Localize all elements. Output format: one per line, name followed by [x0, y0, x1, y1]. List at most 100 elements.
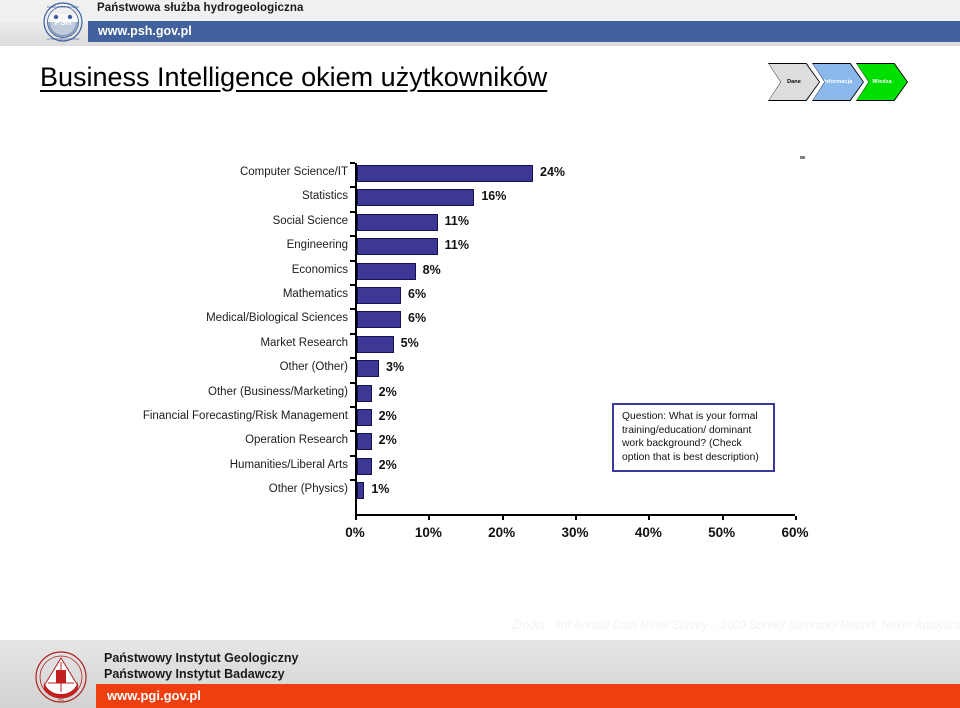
svg-text:HYDROGEOLOGICZNA: HYDROGEOLOGICZNA [47, 37, 80, 41]
bar-rect [357, 384, 372, 402]
x-axis-tick-label: 0% [345, 525, 365, 540]
x-axis-tick-label: 20% [488, 525, 516, 540]
bar-value-label: 3% [386, 360, 405, 375]
bar-row: Medical/Biological Sciences 6% [206, 308, 795, 333]
question-callout-box: Question: What is your formal training/e… [612, 403, 775, 473]
bar-row: Mathematics 6% [283, 284, 795, 309]
header-url-text[interactable]: www.psh.gov.pl [98, 24, 192, 38]
x-axis-tick-mark [795, 516, 797, 520]
x-axis-tick-mark [648, 516, 651, 520]
bar-value-label: 11% [444, 213, 469, 228]
bar-value-label: 16% [481, 189, 507, 204]
y-axis-tick [350, 162, 355, 164]
bar-value-label: 2% [378, 433, 397, 448]
bar-rect [357, 287, 401, 304]
y-axis-tick [350, 332, 355, 335]
bar-category-label: Medical/Biological Sciences [206, 312, 348, 325]
slide-canvas: PSH PAŃSTWOWA SŁUŻBA HYDROGEOLOGICZNA Pa… [0, 0, 960, 708]
bar-category-label: Social Science [272, 214, 348, 227]
bar-value-label: 2% [378, 384, 397, 399]
psh-logo-icon: PSH PAŃSTWOWA SŁUŻBA HYDROGEOLOGICZNA [43, 2, 83, 42]
bar-category-label: Other (Other) [279, 361, 348, 374]
x-axis-tick-label: 30% [561, 525, 589, 540]
y-axis-tick [350, 235, 355, 238]
chevron-dane: Dane [769, 64, 819, 100]
bar-rect [357, 213, 438, 231]
bar-rect [357, 262, 416, 280]
y-axis-tick [350, 284, 355, 286]
bar-rect [357, 311, 401, 329]
y-axis-tick [350, 308, 355, 311]
footer-org-line-2: Państwowy Instytut Badawczy [104, 666, 285, 681]
source-citation: Źródło : 3rd Annual Data Miner Survey – … [512, 620, 960, 632]
bar-category-label: Economics [291, 263, 348, 276]
x-axis-tick-label: 60% [781, 525, 809, 540]
bar-rect [357, 457, 372, 475]
y-axis-tick [350, 259, 355, 262]
pgi-logo-icon: PIG [35, 651, 87, 703]
bar-category-label: Other (Business/Marketing) [208, 385, 348, 398]
bar-rect [357, 433, 372, 451]
bar-value-label: 2% [378, 409, 397, 423]
survey-bar-chart: Computer Science/IT 24% Statistics 16% Socia… [130, 158, 810, 548]
svg-text:PAŃSTWOWA SŁUŻBA: PAŃSTWOWA SŁUŻBA [47, 4, 79, 9]
y-axis-tick [350, 430, 355, 433]
bar-value-label: 2% [378, 457, 397, 472]
y-axis-tick [350, 357, 355, 360]
chevron-process-diagram: Dane Informacja Wiedza [768, 63, 908, 101]
bar-value-label: 6% [408, 311, 427, 326]
footer-org-line-1: Państwowy Instytut Geologiczny [104, 651, 299, 665]
footer-url-bar: www.pgi.gov.pl [96, 684, 960, 708]
bar-row: Computer Science/IT 24% [240, 162, 795, 187]
bar-rect [357, 409, 372, 426]
bar-category-label: Statistics [301, 190, 348, 203]
bar-category-label: Other (Physics) [268, 483, 348, 496]
bar-category-label: Operation Research [245, 434, 348, 447]
bar-value-label: 11% [444, 238, 469, 253]
bar-row: Other (Other) 3% [280, 357, 795, 382]
bar-category-label: Market Research [260, 336, 348, 349]
bar-row: Market Research 5% [260, 332, 795, 358]
bar-category-label: Computer Science/IT [239, 166, 348, 178]
bar-row: Economics 8% [292, 259, 795, 285]
footer-url-text[interactable]: www.pgi.gov.pl [107, 688, 201, 703]
svg-text:PIG: PIG [58, 698, 64, 702]
svg-text:PSH: PSH [55, 18, 72, 27]
bar-rect [357, 335, 394, 353]
bar-value-label: 24% [540, 165, 566, 179]
x-axis-tick-label: 10% [414, 525, 442, 540]
bar-rect [357, 189, 475, 207]
bar-rect [357, 482, 365, 500]
bar-rect [357, 238, 438, 256]
x-axis-tick-label: 50% [708, 525, 736, 540]
footer-organization-name: Państwowy Instytut Geologiczny Państwowy… [104, 651, 298, 683]
bar-row: Engineering 11% [287, 235, 795, 260]
x-axis-tick-mark [575, 516, 577, 520]
y-axis-tick [350, 210, 355, 213]
slide-header: PSH PAŃSTWOWA SŁUŻBA HYDROGEOLOGICZNA Pa… [0, 0, 960, 46]
y-axis-tick [350, 479, 355, 482]
bar-rect [357, 360, 379, 378]
bar-row: Social Science 11% [273, 210, 795, 236]
bar-category-label: Humanities/Liberal Arts [229, 458, 348, 471]
x-axis-tick-mark [721, 516, 724, 520]
bar-row: Statistics 16% [302, 186, 795, 211]
header-organization-name: Państwowa służba hydrogeologiczna [97, 2, 304, 14]
x-axis-tick-mark [428, 516, 431, 520]
bar-value-label: 5% [400, 335, 419, 350]
bar-value-label: 6% [408, 287, 427, 301]
header-url-bar: www.psh.gov.pl [88, 21, 960, 42]
x-axis-tick-mark [355, 516, 357, 520]
bar-rect [357, 165, 533, 182]
slide-footer: PIG Państwowy Instytut Geologiczny Państ… [0, 640, 960, 708]
y-axis-tick [350, 454, 355, 457]
bar-category-label: Financial Forecasting/Risk Management [142, 410, 348, 422]
chevron-informacja: Informacja [813, 64, 863, 100]
y-axis-tick [350, 186, 355, 189]
bar-value-label: 8% [422, 262, 441, 277]
page-title: Business Intelligence okiem użytkowników [40, 62, 548, 92]
bar-value-label: 1% [371, 482, 390, 497]
bar-category-label: Mathematics [282, 288, 348, 300]
chevron-wiedza: Wiedza [857, 64, 907, 100]
bar-category-label: Engineering [286, 239, 348, 252]
